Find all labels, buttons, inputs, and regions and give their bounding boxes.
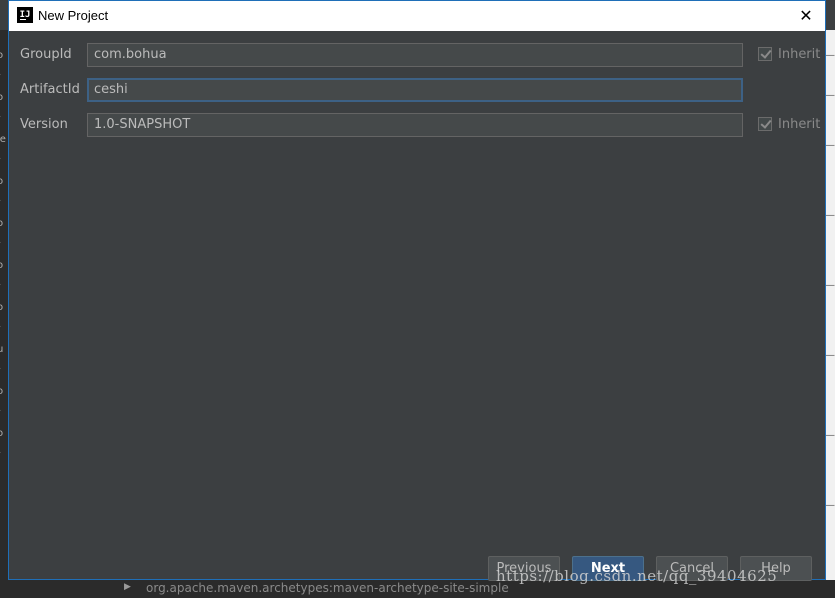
intellij-icon: IJ <box>17 7 33 23</box>
checkbox-check-icon[interactable] <box>758 117 772 131</box>
dialog-title: New Project <box>38 8 109 23</box>
artifactid-label: ArtifactId <box>20 82 80 97</box>
version-row: Version 1.0-SNAPSHOT Inherit <box>9 113 825 137</box>
expand-arrow-icon: ▶ <box>124 582 131 592</box>
csdn-watermark: https://blog.csdn.net/qq_39404625 <box>496 567 778 585</box>
background-archetype-text: org.apache.maven.archetypes:maven-archet… <box>146 581 509 595</box>
groupid-input[interactable]: com.bohua <box>87 43 743 67</box>
artifactid-input[interactable]: ceshi <box>87 78 743 102</box>
groupid-label: GroupId <box>20 47 72 62</box>
groupid-row: GroupId com.bohua Inherit <box>9 43 825 67</box>
title-bar: IJ New Project ✕ <box>9 1 825 31</box>
artifactid-row: ArtifactId ceshi <box>9 78 825 102</box>
version-input[interactable]: 1.0-SNAPSHOT <box>87 113 743 137</box>
groupid-inherit-label: Inherit <box>778 47 821 62</box>
close-icon[interactable]: ✕ <box>795 5 817 27</box>
version-inherit-label: Inherit <box>778 117 821 132</box>
version-label: Version <box>20 117 68 132</box>
new-project-dialog: IJ New Project ✕ GroupId com.bohua Inher… <box>8 0 826 581</box>
checkbox-check-icon[interactable] <box>758 47 772 61</box>
